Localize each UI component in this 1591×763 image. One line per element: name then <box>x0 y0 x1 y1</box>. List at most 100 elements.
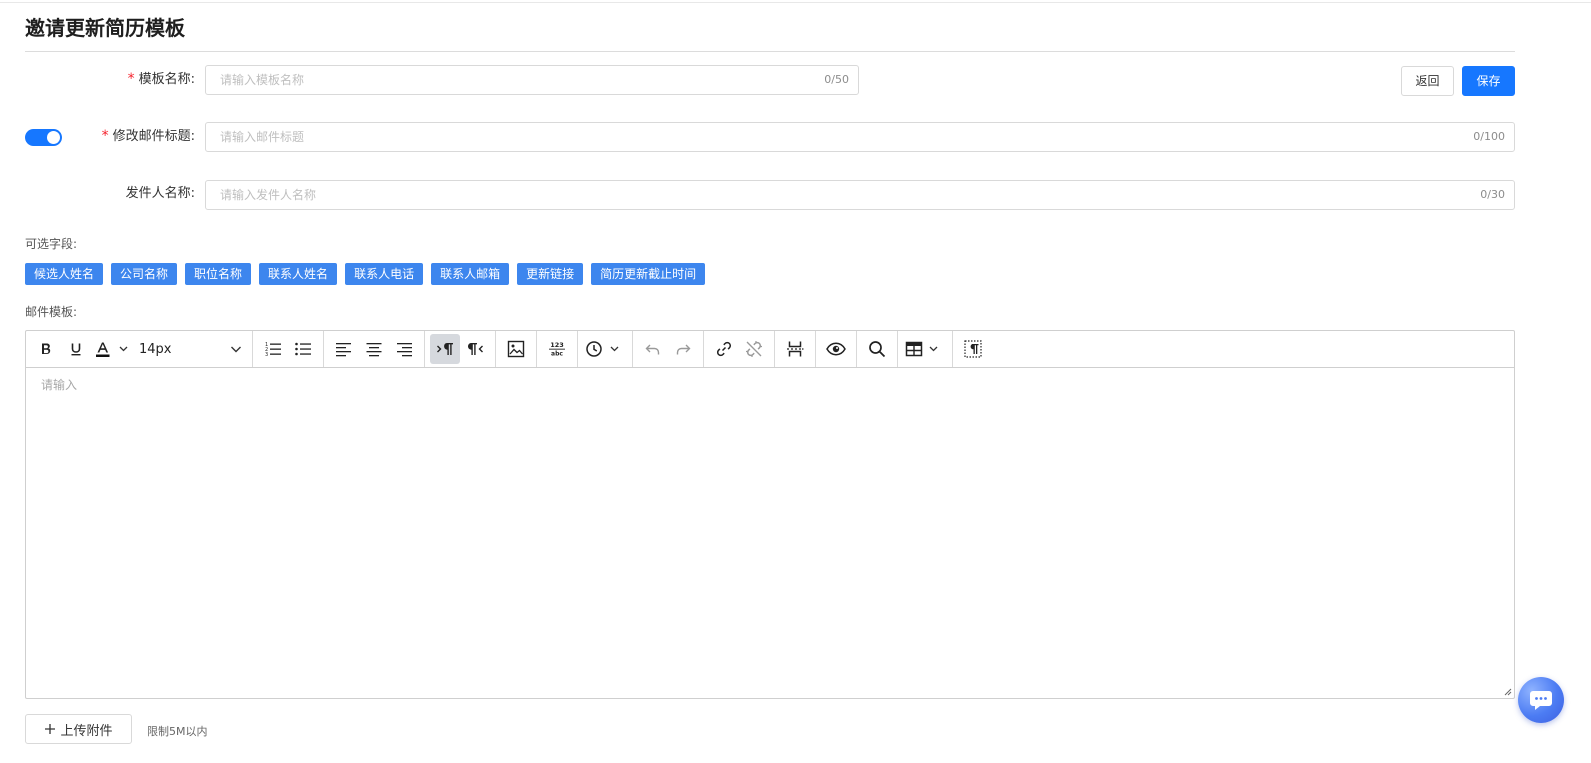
tag-contact-email[interactable]: 联系人邮箱 <box>431 263 510 285</box>
save-button[interactable]: 保存 <box>1462 66 1515 96</box>
tag-resume-deadline[interactable]: 简历更新截止时间 <box>591 263 706 285</box>
align-right-icon <box>397 343 412 357</box>
upload-size-hint: 限制5M以内 <box>147 725 208 738</box>
chat-icon <box>1530 691 1552 710</box>
page-break-button[interactable] <box>780 334 810 364</box>
show-blocks-button[interactable] <box>958 334 988 364</box>
tag-company-name[interactable]: 公司名称 <box>111 263 178 285</box>
editor-placeholder: 请输入 <box>41 378 78 392</box>
rtl-button[interactable] <box>460 334 490 364</box>
search-button[interactable] <box>862 334 892 364</box>
required-mark: * <box>127 71 135 87</box>
link-button[interactable] <box>709 334 739 364</box>
table-icon <box>905 341 938 357</box>
template-name-label-text: 模板名称: <box>138 72 195 87</box>
unlink-button[interactable] <box>739 334 769 364</box>
toolbar-group-image <box>496 331 537 367</box>
image-icon <box>507 340 525 358</box>
tag-position-name[interactable]: 职位名称 <box>185 263 252 285</box>
template-name-field[interactable]: 0/50 <box>205 65 859 95</box>
preview-icon <box>826 342 846 356</box>
optional-fields-label: 可选字段: <box>25 237 78 251</box>
page-title: 邀请更新简历模板 <box>25 16 185 40</box>
tag-contact-name[interactable]: 联系人姓名 <box>259 263 338 285</box>
template-name-counter: 0/50 <box>824 73 849 86</box>
svg-text:abc: abc <box>551 351 563 358</box>
toolbar-group-align <box>324 331 425 367</box>
redo-button[interactable] <box>668 334 698 364</box>
upload-attachment-label: 上传附件 <box>60 723 113 739</box>
toolbar-group-wordcount: 123 abc <box>537 331 578 367</box>
align-center-button[interactable] <box>359 334 389 364</box>
toolbar-group-direction <box>425 331 496 367</box>
undo-button[interactable] <box>638 334 668 364</box>
toolbar-group-datetime <box>578 331 633 367</box>
link-icon <box>716 341 732 357</box>
top-border <box>0 2 1591 3</box>
bold-icon <box>42 343 51 354</box>
resize-handle-icon[interactable] <box>1504 688 1512 696</box>
email-subject-input[interactable] <box>206 123 1446 151</box>
back-button[interactable]: 返回 <box>1401 66 1454 96</box>
sender-name-input[interactable] <box>206 181 1446 209</box>
align-left-icon <box>336 343 351 357</box>
character-count-button[interactable]: 123 abc <box>542 334 572 364</box>
template-name-input[interactable] <box>206 66 806 94</box>
optional-field-tags: 候选人姓名 公司名称 职位名称 联系人姓名 联系人电话 联系人邮箱 更新链接 简… <box>25 263 706 285</box>
toolbar-group-format: 14px <box>26 331 253 367</box>
toolbar-group-lists: 123 <box>253 331 324 367</box>
unlink-icon <box>746 341 762 357</box>
bold-button[interactable] <box>31 334 61 364</box>
font-color-button[interactable] <box>91 334 135 364</box>
rich-text-editor: 14px 123 123 abc 请输入 <box>25 330 1515 699</box>
table-button[interactable] <box>903 334 947 364</box>
sender-name-field[interactable]: 0/30 <box>205 180 1515 210</box>
chat-support-button[interactable] <box>1518 677 1564 723</box>
title-divider <box>25 51 1515 52</box>
email-subject-field[interactable]: 0/100 <box>205 122 1515 152</box>
sender-name-label: 发件人名称: <box>25 179 195 209</box>
image-button[interactable] <box>501 334 531 364</box>
align-left-button[interactable] <box>329 334 359 364</box>
ordered-list-button[interactable]: 123 <box>258 334 288 364</box>
ltr-button[interactable] <box>430 334 460 364</box>
svg-text:3: 3 <box>265 352 268 358</box>
upload-attachment-button[interactable]: 上传附件 <box>25 714 132 744</box>
ordered-list-icon: 123 <box>265 342 281 358</box>
svg-text:123: 123 <box>550 341 564 349</box>
plus-icon <box>45 724 56 734</box>
search-icon <box>869 341 886 358</box>
toolbar-group-table <box>898 331 953 367</box>
email-subject-label-text: 修改邮件标题: <box>112 129 195 144</box>
tag-contact-phone[interactable]: 联系人电话 <box>345 263 424 285</box>
email-subject-counter: 0/100 <box>1473 130 1505 143</box>
toolbar-group-links <box>704 331 775 367</box>
sender-name-counter: 0/30 <box>1480 188 1505 201</box>
font-color-icon <box>96 342 128 357</box>
insert-datetime-button[interactable] <box>583 334 627 364</box>
toolbar-group-blocks <box>953 331 993 367</box>
redo-icon <box>676 344 691 355</box>
font-size-select[interactable]: 14px <box>135 334 247 364</box>
tag-update-link[interactable]: 更新链接 <box>517 263 584 285</box>
underline-icon <box>71 343 81 356</box>
clock-icon <box>586 341 619 357</box>
rtl-icon <box>468 343 483 355</box>
sender-name-label-text: 发件人名称: <box>125 186 195 201</box>
email-subject-label: * 修改邮件标题: <box>25 121 195 152</box>
align-center-icon <box>366 343 382 357</box>
align-right-button[interactable] <box>389 334 419 364</box>
template-name-label: * 模板名称: <box>25 64 195 95</box>
page-break-icon <box>787 341 804 357</box>
underline-button[interactable] <box>61 334 91 364</box>
editor-toolbar: 14px 123 123 abc <box>26 331 1514 368</box>
toolbar-group-preview <box>816 331 857 367</box>
bullet-list-icon <box>295 342 311 356</box>
toolbar-group-history <box>633 331 704 367</box>
required-mark: * <box>101 128 109 144</box>
editor-content-area[interactable]: 请输入 <box>26 368 1514 698</box>
bullet-list-button[interactable] <box>288 334 318 364</box>
email-template-label: 邮件模板: <box>25 305 78 319</box>
tag-candidate-name[interactable]: 候选人姓名 <box>25 263 104 285</box>
preview-button[interactable] <box>821 334 851 364</box>
